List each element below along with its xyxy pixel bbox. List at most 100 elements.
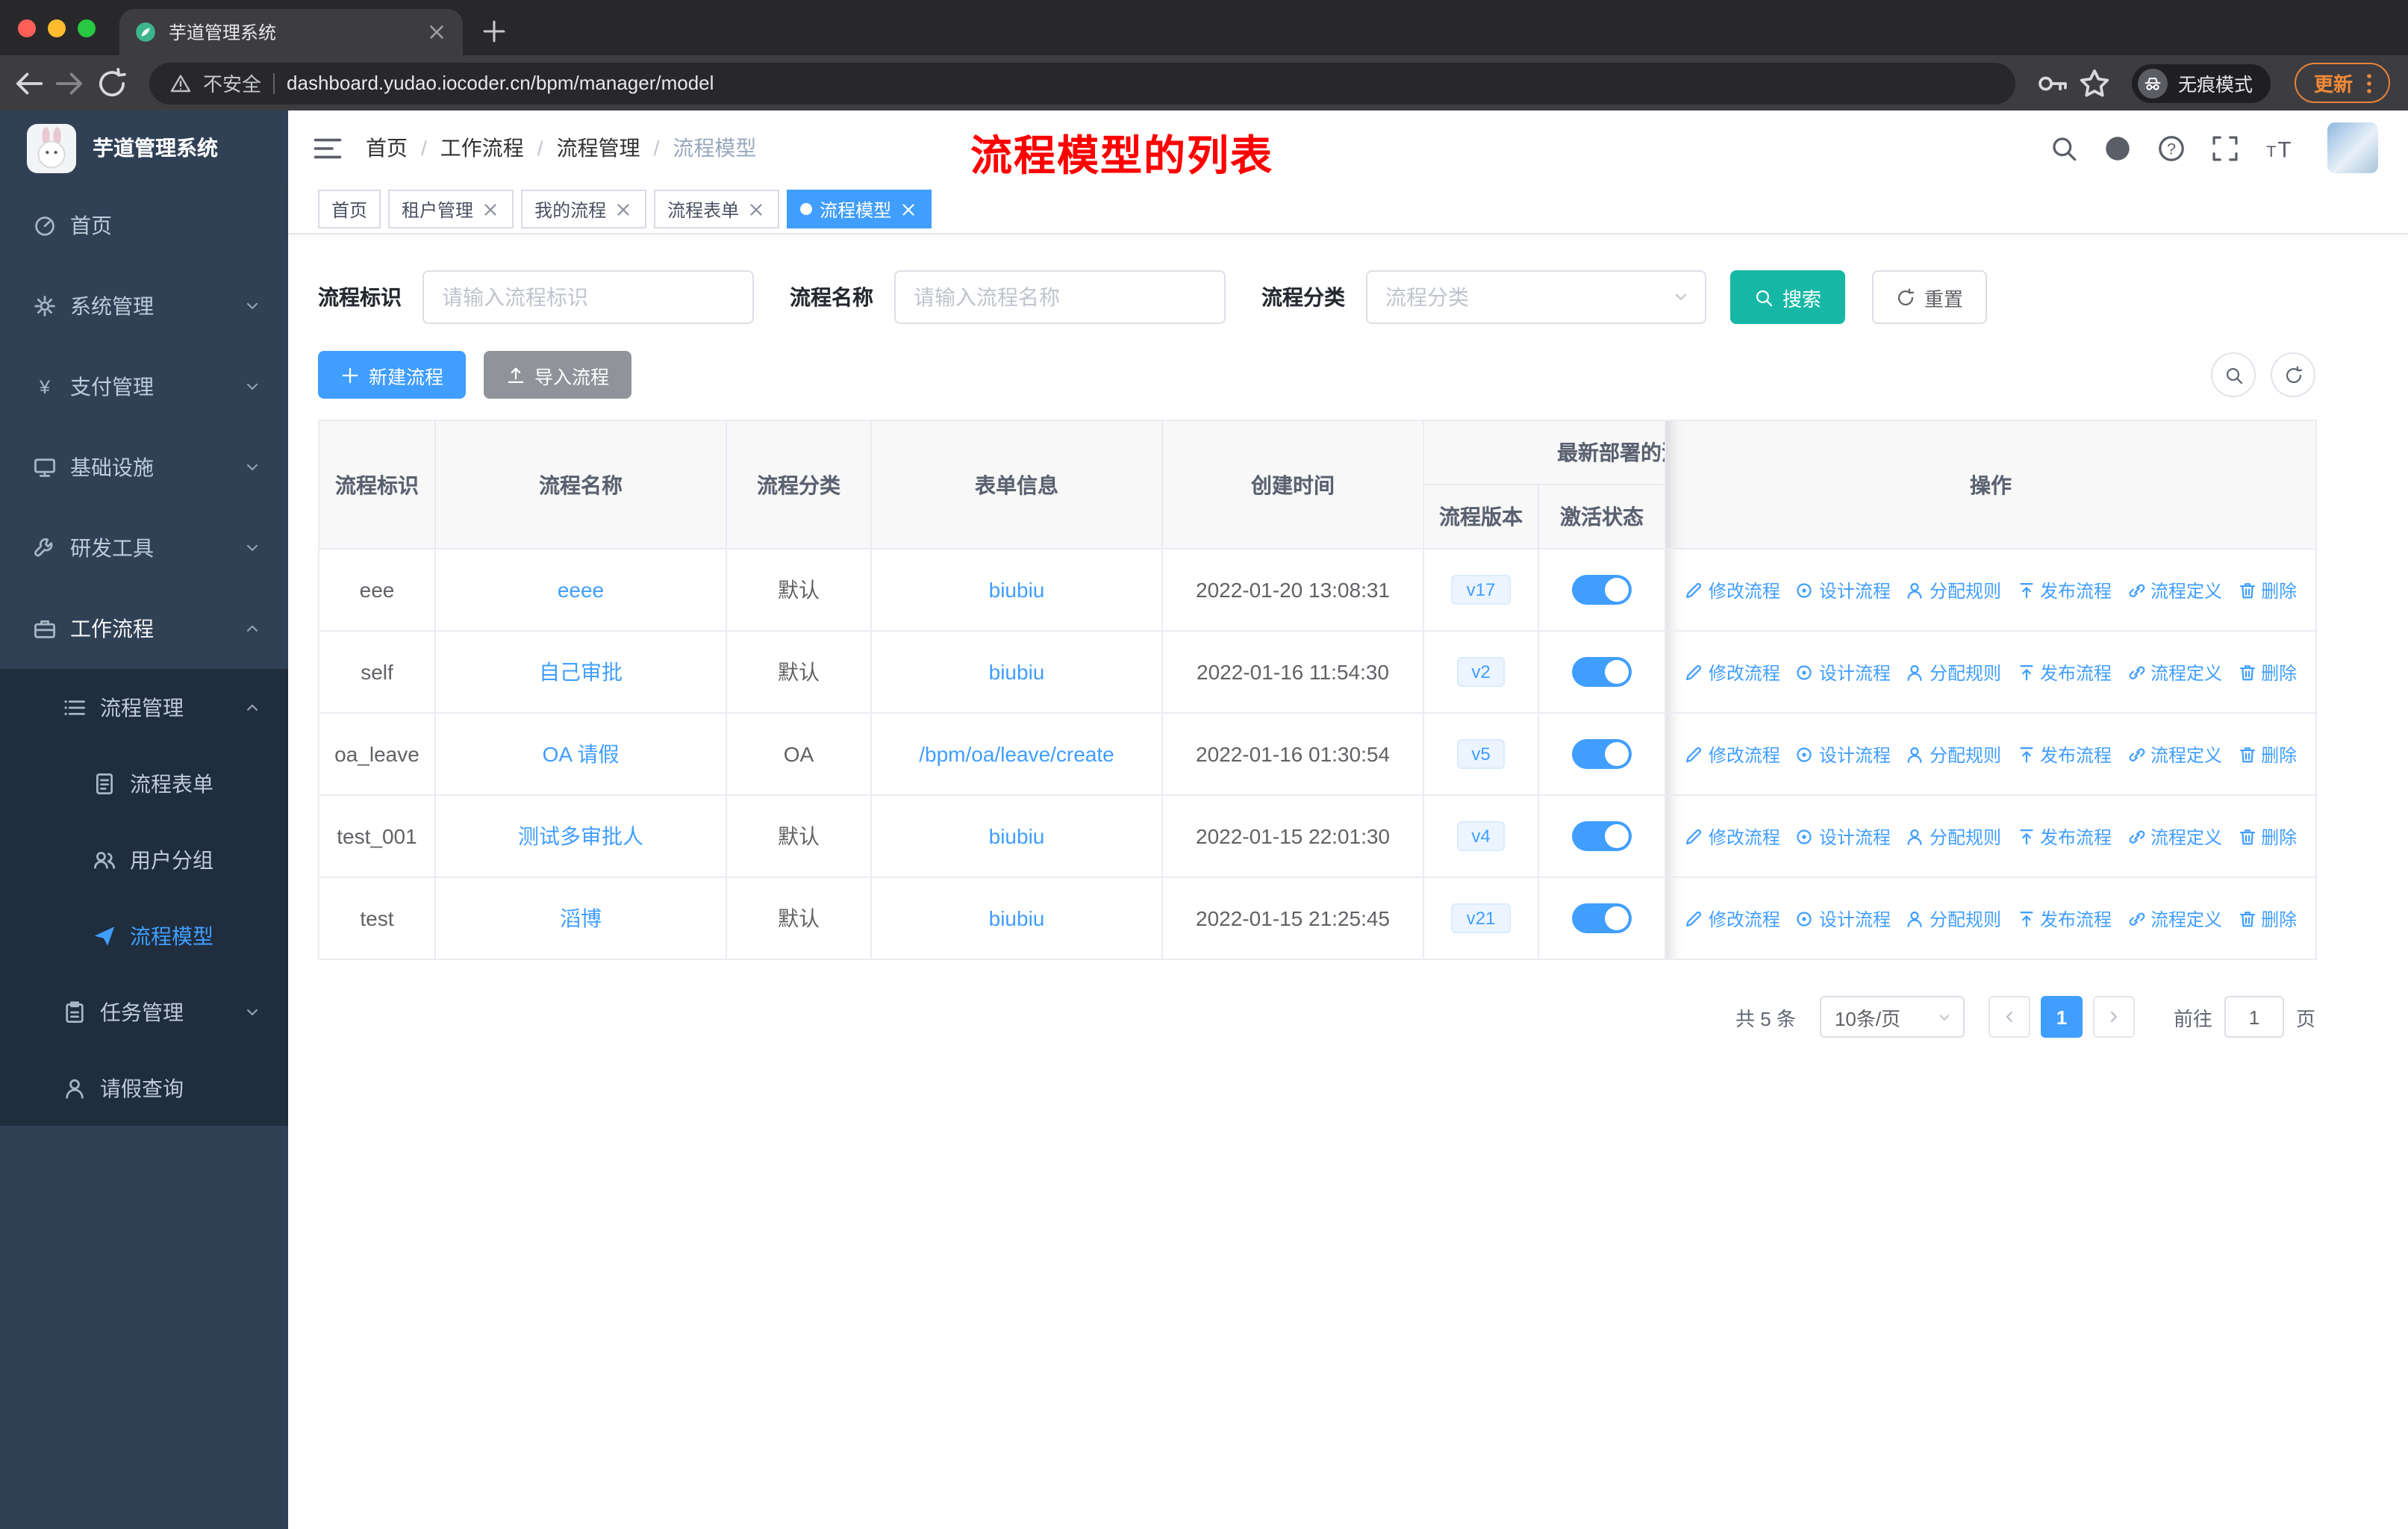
breadcrumb-process-management[interactable]: 流程管理 [557, 133, 640, 163]
sidebar-item-workflow[interactable]: 工作流程 [0, 588, 288, 669]
window-zoom-button[interactable] [78, 19, 96, 37]
action-design-link[interactable]: 设计流程 [1795, 906, 1891, 931]
browser-tab[interactable]: 芋道管理系统 [119, 9, 463, 55]
sidebar-item-task-management[interactable]: 任务管理 [0, 974, 288, 1050]
sidebar-item-process-model[interactable]: 流程模型 [0, 897, 288, 974]
process-name-link[interactable]: 自己审批 [539, 660, 623, 684]
user-avatar[interactable] [2327, 122, 2378, 173]
active-toggle[interactable] [1572, 739, 1632, 769]
tag-tenant-management[interactable]: 租户管理 [388, 190, 514, 228]
action-assign-link[interactable]: 分配规则 [1906, 659, 2001, 685]
form-info-link[interactable]: biubiu [989, 824, 1045, 848]
action-trash-link[interactable]: 删除 [2237, 906, 2297, 931]
tag-home[interactable]: 首页 [318, 190, 381, 228]
action-edit-link[interactable]: 修改流程 [1685, 741, 1780, 767]
sidebar-item-process-form[interactable]: 流程表单 [0, 745, 288, 821]
sidebar-item-process-management[interactable]: 流程管理 [0, 669, 288, 745]
action-design-link[interactable]: 设计流程 [1795, 577, 1891, 602]
action-trash-link[interactable]: 删除 [2237, 823, 2297, 849]
password-key-icon[interactable] [2036, 66, 2069, 99]
action-edit-link[interactable]: 修改流程 [1685, 659, 1780, 685]
process-name-link[interactable]: OA 请假 [543, 742, 620, 766]
action-trash-link[interactable]: 删除 [2237, 577, 2297, 602]
action-assign-link[interactable]: 分配规则 [1906, 741, 2001, 767]
sidebar-item-infrastructure[interactable]: 基础设施 [0, 427, 288, 508]
action-definition-link[interactable]: 流程定义 [2127, 906, 2222, 931]
action-trash-link[interactable]: 删除 [2237, 659, 2297, 685]
process-name-link[interactable]: 测试多审批人 [518, 824, 643, 848]
logo[interactable]: 芋道管理系统 [0, 110, 288, 185]
action-design-link[interactable]: 设计流程 [1795, 823, 1891, 849]
process-name-link[interactable]: eeee [558, 578, 604, 602]
action-design-link[interactable]: 设计流程 [1795, 659, 1891, 685]
tab-close-icon[interactable] [425, 21, 448, 43]
sidebar-item-leave-query[interactable]: 请假查询 [0, 1050, 288, 1126]
breadcrumb-home[interactable]: 首页 [366, 133, 408, 163]
next-page-button[interactable] [2092, 996, 2135, 1038]
goto-page-input[interactable] [2224, 996, 2284, 1038]
action-assign-link[interactable]: 分配规则 [1906, 906, 2001, 931]
action-edit-link[interactable]: 修改流程 [1685, 577, 1780, 602]
reload-button[interactable] [96, 66, 128, 99]
sidebar-item-home[interactable]: 首页 [0, 185, 288, 266]
form-info-link[interactable]: /bpm/oa/leave/create [919, 742, 1114, 766]
action-assign-link[interactable]: 分配规则 [1906, 823, 2001, 849]
github-icon[interactable] [2103, 134, 2132, 162]
active-toggle[interactable] [1572, 821, 1632, 851]
active-toggle[interactable] [1572, 575, 1632, 605]
active-toggle[interactable] [1572, 657, 1632, 687]
close-icon[interactable] [746, 199, 766, 219]
sidebar-item-payment[interactable]: ¥ 支付管理 [0, 346, 288, 427]
current-page[interactable]: 1 [2040, 996, 2083, 1038]
action-definition-link[interactable]: 流程定义 [2127, 823, 2222, 849]
window-close-button[interactable] [18, 19, 36, 37]
sidebar-item-user-group[interactable]: 用户分组 [0, 821, 288, 897]
refresh-table-button[interactable] [2271, 352, 2315, 397]
form-info-link[interactable]: biubiu [989, 660, 1045, 684]
help-icon[interactable]: ? [2157, 134, 2186, 162]
form-info-link[interactable]: biubiu [989, 578, 1045, 602]
close-icon[interactable] [614, 199, 633, 219]
action-edit-link[interactable]: 修改流程 [1685, 823, 1780, 849]
process-key-input[interactable] [422, 270, 754, 324]
window-minimize-button[interactable] [48, 19, 66, 37]
search-button[interactable]: 搜索 [1730, 270, 1846, 324]
update-button[interactable]: 更新 [2294, 63, 2390, 103]
tag-process-form[interactable]: 流程表单 [654, 190, 780, 228]
address-bar[interactable]: 不安全 dashboard.yudao.iocoder.cn/bpm/manag… [149, 62, 2015, 104]
action-publish-link[interactable]: 发布流程 [2016, 659, 2112, 685]
search-icon[interactable] [2050, 134, 2078, 162]
action-definition-link[interactable]: 流程定义 [2127, 577, 2222, 602]
close-icon[interactable] [481, 199, 500, 219]
sidebar-collapse-icon[interactable] [312, 132, 343, 164]
import-process-button[interactable]: 导入流程 [484, 351, 632, 399]
forward-button[interactable] [54, 66, 87, 99]
tag-process-model[interactable]: 流程模型 [787, 190, 932, 228]
action-publish-link[interactable]: 发布流程 [2016, 906, 2112, 931]
browser-menu-kebab-icon[interactable] [2357, 71, 2381, 95]
action-trash-link[interactable]: 删除 [2237, 741, 2297, 767]
toggle-search-button[interactable] [2211, 352, 2256, 397]
tag-my-process[interactable]: 我的流程 [521, 190, 647, 228]
bookmark-star-icon[interactable] [2078, 66, 2111, 99]
action-assign-link[interactable]: 分配规则 [1906, 577, 2001, 602]
reset-button[interactable]: 重置 [1872, 270, 1988, 324]
active-toggle[interactable] [1572, 903, 1632, 933]
fullscreen-icon[interactable] [2211, 134, 2239, 162]
category-select[interactable]: 流程分类 [1366, 270, 1706, 324]
sidebar-item-devtools[interactable]: 研发工具 [0, 508, 288, 588]
action-publish-link[interactable]: 发布流程 [2016, 823, 2112, 849]
process-name-link[interactable]: 滔博 [560, 906, 602, 930]
form-info-link[interactable]: biubiu [989, 906, 1045, 930]
prev-page-button[interactable] [1988, 996, 2030, 1038]
action-definition-link[interactable]: 流程定义 [2127, 659, 2222, 685]
back-button[interactable] [12, 66, 45, 99]
process-name-input[interactable] [894, 270, 1226, 324]
breadcrumb-workflow[interactable]: 工作流程 [440, 133, 524, 163]
action-publish-link[interactable]: 发布流程 [2016, 577, 2112, 602]
sidebar-item-system[interactable]: 系统管理 [0, 266, 288, 346]
action-design-link[interactable]: 设计流程 [1795, 741, 1891, 767]
action-definition-link[interactable]: 流程定义 [2127, 741, 2222, 767]
action-publish-link[interactable]: 发布流程 [2016, 741, 2112, 767]
close-icon[interactable] [899, 199, 918, 219]
